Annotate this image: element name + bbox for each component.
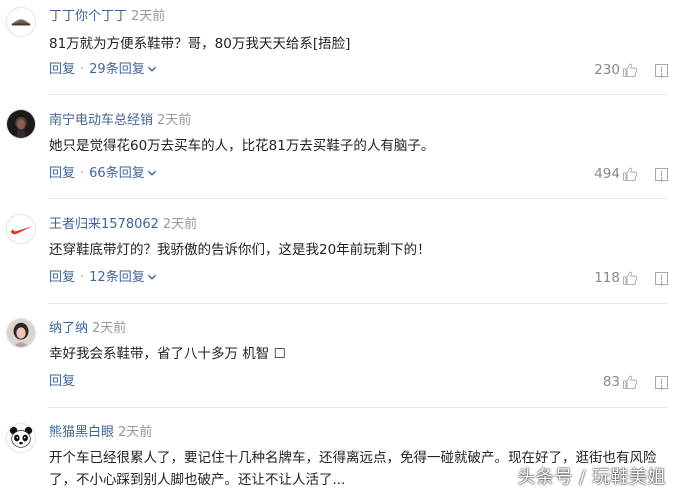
- user-avatar[interactable]: [6, 423, 36, 453]
- comment-divider: [48, 94, 668, 95]
- watermark: 头条号 / 玩鞋美姐: [517, 467, 666, 488]
- comment-tools: 494: [594, 165, 668, 183]
- like-count: 83: [602, 374, 620, 390]
- replies-count: 29条回复: [89, 62, 145, 77]
- chevron-down-icon: [147, 274, 156, 280]
- comment-time: 2天前: [162, 217, 198, 232]
- comment-text: 幸好我会系鞋带，省了八十多万 机智 ☐: [49, 346, 286, 362]
- comment-tools: 118: [594, 269, 668, 287]
- comment-divider: [48, 303, 668, 304]
- username-link[interactable]: 王者归来1578062: [49, 217, 159, 232]
- thumb-up-icon[interactable]: [622, 374, 638, 390]
- separator-dot: ·: [80, 166, 85, 181]
- like-count: 230: [594, 62, 620, 78]
- comment-item: 南宁电动车总经销 2天前 她只是觉得花60万去买车的人，比花81万去买鞋子的人有脑…: [0, 100, 678, 199]
- separator-dot: ·: [80, 62, 85, 77]
- like-count: 494: [594, 166, 620, 182]
- comment-actions: 回复 · 29条回复: [49, 61, 157, 79]
- comment-tools: 83: [603, 373, 668, 391]
- comment-item: 王者归来1578062 2天前 还穿鞋底带灯的？我骄傲的告诉你们，这是我20年前玩…: [0, 204, 678, 304]
- chevron-down-icon: [147, 66, 156, 72]
- reply-button[interactable]: 回复: [49, 270, 75, 285]
- comment-feed: 丁丁你个丁丁 2天前 81万就为方便系鞋带？哥，80万我天天给系[捂脸] 回复 · 2…: [0, 0, 678, 495]
- view-replies-button[interactable]: 12条回复: [89, 270, 157, 285]
- comment-item: 纳了纳 2天前 幸好我会系鞋带，省了八十多万 机智 ☐ 回复 83: [0, 309, 678, 408]
- user-avatar[interactable]: [6, 318, 36, 348]
- separator-dot: ·: [80, 270, 85, 285]
- report-icon[interactable]: [655, 167, 668, 181]
- comment-meta: 王者归来1578062 2天前: [49, 216, 197, 234]
- comment-actions: 回复: [49, 373, 75, 391]
- comment-text: 她只是觉得花60万去买车的人，比花81万去买鞋子的人有脑子。: [49, 138, 435, 154]
- reply-button[interactable]: 回复: [49, 166, 75, 181]
- comment-meta: 熊猫黑白眼 2天前: [49, 424, 152, 442]
- comment-time: 2天前: [92, 321, 127, 336]
- replies-count: 66条回复: [89, 166, 145, 181]
- comment-meta: 南宁电动车总经销 2天前: [49, 112, 191, 130]
- username-link[interactable]: 丁丁你个丁丁: [49, 9, 127, 24]
- user-avatar[interactable]: [6, 7, 36, 37]
- comment-tools: 230: [594, 61, 668, 79]
- replies-count: 12条回复: [89, 270, 145, 285]
- comment-time: 2天前: [118, 425, 153, 440]
- comment-divider: [48, 407, 668, 408]
- thumb-up-icon[interactable]: [622, 270, 638, 286]
- comment-actions: 回复 · 66条回复: [49, 165, 157, 183]
- thumb-up-icon[interactable]: [622, 62, 638, 78]
- like-count: 118: [594, 270, 620, 286]
- hat-avatar-icon: [7, 8, 35, 36]
- comment-divider: [48, 198, 668, 199]
- dark-portrait-avatar-icon: [7, 110, 35, 138]
- comment-text: 81万就为方便系鞋带？哥，80万我天天给系[捂脸]: [49, 36, 351, 52]
- username-link[interactable]: 南宁电动车总经销: [49, 113, 153, 128]
- report-icon[interactable]: [655, 375, 668, 389]
- username-link[interactable]: 熊猫黑白眼: [49, 425, 114, 440]
- comment-meta: 丁丁你个丁丁 2天前: [49, 8, 165, 26]
- reply-button[interactable]: 回复: [49, 374, 75, 389]
- comment-time: 2天前: [157, 113, 192, 128]
- comment-text: 还穿鞋底带灯的？我骄傲的告诉你们，这是我20年前玩剩下的！: [49, 242, 431, 258]
- username-link[interactable]: 纳了纳: [49, 321, 88, 336]
- view-replies-button[interactable]: 66条回复: [89, 166, 157, 181]
- view-replies-button[interactable]: 29条回复: [89, 62, 157, 77]
- chevron-down-icon: [147, 170, 156, 176]
- comment-time: 2天前: [131, 9, 166, 24]
- comment-meta: 纳了纳 2天前: [49, 320, 126, 338]
- user-avatar[interactable]: [6, 214, 36, 244]
- thumb-up-icon[interactable]: [622, 166, 638, 182]
- swoosh-logo-avatar-icon: [7, 215, 35, 243]
- reply-button[interactable]: 回复: [49, 62, 75, 77]
- user-avatar[interactable]: [6, 109, 36, 139]
- comment-actions: 回复 · 12条回复: [49, 269, 157, 287]
- panda-avatar-icon: [7, 424, 35, 452]
- report-icon[interactable]: [655, 271, 668, 285]
- comment-item: 丁丁你个丁丁 2天前 81万就为方便系鞋带？哥，80万我天天给系[捂脸] 回复 · 2…: [0, 0, 678, 95]
- report-icon[interactable]: [655, 63, 668, 77]
- photo-avatar-icon: [7, 319, 35, 347]
